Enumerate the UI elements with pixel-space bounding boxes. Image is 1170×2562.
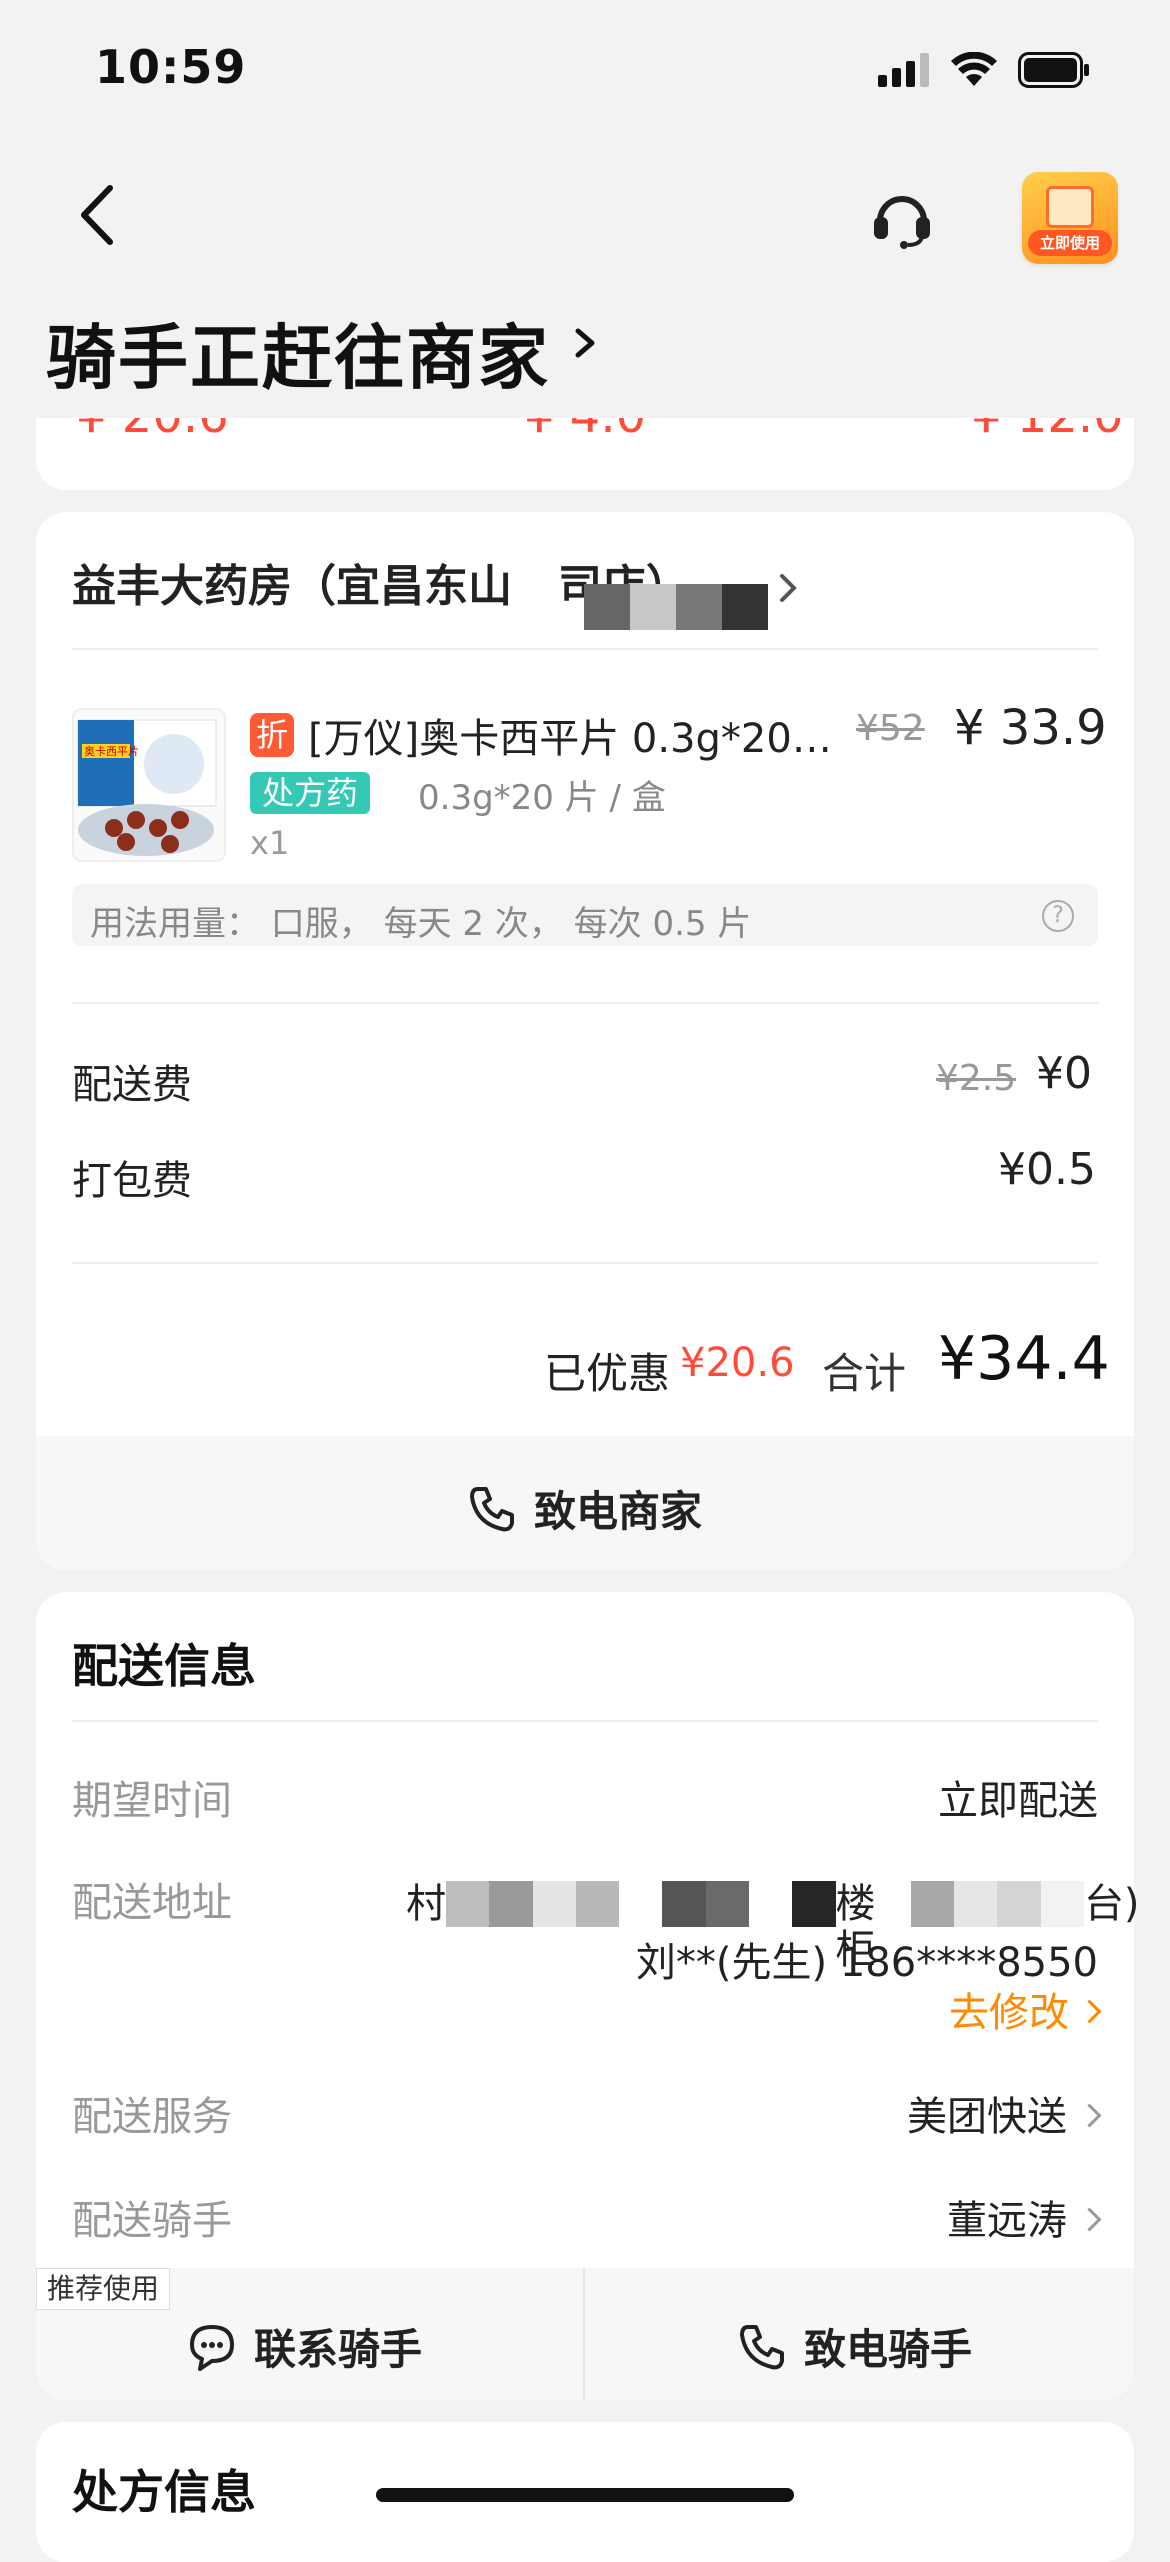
expected-time-label: 期望时间 — [72, 1778, 232, 1824]
address-fragment: 楼柜 — [835, 1881, 876, 1973]
product-thumbnail[interactable]: 奥卡西平片 — [72, 708, 226, 862]
call-merchant-button[interactable]: 致电商家 — [466, 1478, 702, 1539]
packing-fee-label: 打包费 — [72, 1158, 192, 1204]
chevron-right-icon[interactable] — [776, 570, 800, 606]
chevron-right-icon — [1077, 2206, 1102, 2232]
cut-value-2: ¥ 4.0 — [524, 418, 646, 444]
page-title[interactable]: 骑手正赶往商家 — [46, 302, 550, 403]
store-name-head: 益丰大药房（宜昌东山 — [72, 561, 512, 612]
contact-rider-button[interactable]: 联系骑手 — [186, 2316, 422, 2377]
chevron-left-icon — [81, 185, 113, 245]
address-fragment: 台) — [1083, 1881, 1140, 1927]
battery-icon — [1018, 52, 1089, 88]
back-button[interactable] — [70, 180, 126, 250]
sale-price: ¥ 33.9 — [954, 700, 1107, 756]
divider — [583, 2268, 585, 2400]
address-line-masked: 村 楼柜 台) — [406, 1880, 1140, 1973]
product-name: [万仪]奥卡西平片 0.3g*20片/盒 — [308, 716, 848, 762]
promo-badge-label: 立即使用 — [1028, 230, 1112, 256]
saved-label: 已优惠 — [544, 1349, 671, 1398]
saved-value: ¥20.6 — [680, 1340, 795, 1386]
headset-icon — [874, 196, 930, 249]
chevron-right-icon — [1077, 2102, 1102, 2128]
service-value-text: 美团快送 — [907, 2094, 1067, 2140]
phone-icon — [740, 2324, 784, 2369]
price-summary-card-partial: ¥ 20.6 ¥ 4.0 ¥ 12.0 — [36, 418, 1134, 490]
rider-value[interactable]: 董远涛 — [947, 2188, 1102, 2246]
rider-label: 配送骑手 — [72, 2198, 232, 2244]
customer-service-button[interactable] — [870, 185, 934, 249]
phone-icon — [470, 1486, 514, 1531]
privacy-mask — [584, 584, 768, 630]
cut-value-3: ¥ 12.0 — [971, 418, 1124, 444]
section-title: 配送信息 — [72, 1639, 256, 1693]
order-card: 益丰大药房（宜昌东山司店） 奥卡西平片 折 [万仪]奥卡西平片 0.3g*20片… — [36, 512, 1134, 1570]
chat-icon — [190, 2324, 234, 2371]
total-value: ¥34.4 — [938, 1324, 1110, 1394]
original-price: ¥52 — [856, 708, 925, 749]
status-time: 10:59 — [95, 40, 247, 94]
product-quantity: x1 — [250, 824, 290, 862]
promo-badge[interactable]: 立即使用 — [1022, 172, 1118, 264]
product-spec: 0.3g*20 片 / 盒 — [418, 778, 666, 818]
gift-icon — [1046, 186, 1094, 228]
total-label: 合计 — [822, 1349, 907, 1398]
medicine-box-image: 奥卡西平片 — [77, 719, 217, 856]
product-name-row[interactable]: 折 [万仪]奥卡西平片 0.3g*20片/盒 — [250, 706, 848, 764]
prescription-tag: 处方药 — [250, 772, 371, 814]
delivery-fee-value: ¥0 — [1036, 1048, 1092, 1099]
contact-rider-label: 联系骑手 — [254, 2325, 423, 2374]
usage-text: 用法用量： 口服， 每天 2 次， 每次 0.5 片 — [90, 904, 752, 944]
chevron-right-icon[interactable] — [570, 323, 600, 363]
divider — [72, 1720, 1098, 1722]
chevron-right-icon — [1077, 1998, 1102, 2024]
call-merchant-label: 致电商家 — [534, 1487, 703, 1536]
address-fragment: 村 — [406, 1881, 446, 1927]
call-rider-label: 致电骑手 — [804, 2325, 973, 2374]
divider — [72, 648, 1098, 650]
address-label: 配送地址 — [72, 1880, 232, 1926]
call-rider-button[interactable]: 致电骑手 — [736, 2316, 972, 2377]
discount-tag: 折 — [250, 713, 294, 757]
delivery-info-card: 配送信息 期望时间 立即配送 配送地址 村 楼柜 台) 刘**(先生) 186*… — [36, 1592, 1140, 2400]
recommend-tag: 推荐使用 — [36, 2268, 171, 2310]
signal-icon — [878, 53, 929, 87]
packing-fee-value: ¥0.5 — [998, 1144, 1096, 1195]
service-value[interactable]: 美团快送 — [907, 2084, 1102, 2142]
help-icon[interactable]: ? — [1042, 900, 1074, 932]
delivery-fee-label: 配送费 — [72, 1062, 192, 1108]
cut-value-1: ¥ 20.6 — [76, 418, 229, 444]
box-label: 奥卡西平片 — [84, 744, 139, 758]
delivery-fee-original: ¥2.5 — [936, 1058, 1017, 1099]
rider-name: 董远涛 — [947, 2198, 1067, 2244]
home-indicator[interactable] — [376, 2488, 794, 2502]
expected-time-value: 立即配送 — [938, 1778, 1098, 1824]
divider — [72, 1002, 1098, 1004]
section-title: 处方信息 — [72, 2465, 256, 2519]
divider — [72, 1262, 1098, 1264]
status-icons — [876, 52, 1090, 88]
service-label: 配送服务 — [72, 2094, 232, 2140]
modify-address-label: 去修改 — [949, 1990, 1069, 2036]
wifi-icon — [951, 52, 997, 86]
modify-address-link[interactable]: 去修改 — [949, 1980, 1102, 2038]
